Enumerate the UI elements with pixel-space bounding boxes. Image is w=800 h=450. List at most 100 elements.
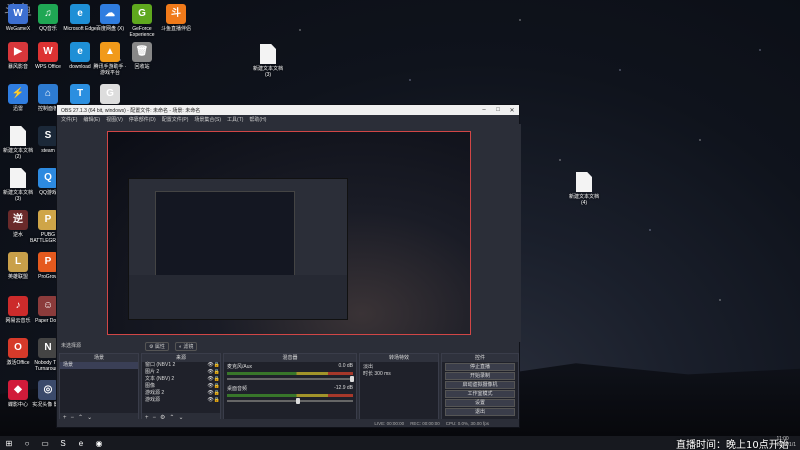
app-icon: W bbox=[38, 42, 58, 62]
volume-slider[interactable] bbox=[227, 376, 355, 382]
preview-canvas[interactable] bbox=[107, 131, 471, 335]
app-icon: T bbox=[70, 84, 90, 104]
source-item[interactable]: 游戏源 2 👁 🔒 bbox=[142, 390, 220, 397]
windows-start-icon[interactable]: ⊞ bbox=[0, 436, 18, 450]
icon-label: 百度网盘 (X) bbox=[95, 26, 125, 32]
menu-docks[interactable]: 停靠部件(D) bbox=[129, 116, 156, 123]
transition-duration: 时长 300 ms bbox=[360, 371, 438, 378]
obs-window[interactable]: OBS 27.1.3 (64 bit, windows) - 配置文件: 未命名… bbox=[56, 104, 521, 428]
desktop-icon[interactable]: W WPS Office bbox=[30, 42, 66, 70]
volume-slider[interactable] bbox=[227, 398, 353, 404]
app-icon: ◎ bbox=[38, 380, 58, 400]
properties-button[interactable]: ⚙ 属性 bbox=[145, 342, 169, 351]
nested-preview bbox=[155, 191, 295, 279]
obs-icon[interactable]: ◉ bbox=[90, 436, 108, 450]
menu-help[interactable]: 帮助(H) bbox=[249, 116, 266, 123]
steam-icon[interactable]: S bbox=[54, 436, 72, 450]
control-button[interactable]: 设置 bbox=[445, 399, 515, 407]
lock-icon[interactable]: 🔒 bbox=[214, 397, 220, 404]
icon-label: 斗鱼直播伴侣 bbox=[160, 26, 191, 32]
control-button[interactable]: 工作室模式 bbox=[445, 390, 515, 398]
source-item[interactable]: 图片 2 👁 🔒 bbox=[142, 369, 220, 376]
volume-meter bbox=[227, 394, 353, 397]
desktop-icon[interactable]: ☁ 百度网盘 (X) bbox=[92, 4, 128, 32]
minimize-icon[interactable]: – bbox=[477, 107, 491, 113]
app-icon: ▶ bbox=[8, 42, 28, 62]
app-icon: L bbox=[8, 252, 28, 272]
obs-title: OBS 27.1.3 (64 bit, windows) - 配置文件: 未命名… bbox=[61, 107, 201, 114]
statusbar: LIVE: 00:00:00 REC: 00:00:00 CPU: 0.0%, … bbox=[57, 419, 519, 427]
desktop-file-icon[interactable]: 新建文本文档 (4) bbox=[566, 172, 602, 206]
app-icon: O bbox=[8, 338, 28, 358]
source-item[interactable]: 文本 (NBV) 2 👁 🔒 bbox=[142, 376, 220, 383]
controls-list: 停止直播 开始录制 启动虚拟摄像机 工作室模式 设置 退出 bbox=[442, 363, 518, 416]
menu-view[interactable]: 视图(V) bbox=[106, 116, 123, 123]
channel-db: 0.0 dB bbox=[338, 363, 353, 369]
desktop-icon[interactable]: ▲ 腾讯手游助手 ·游戏平台 bbox=[92, 42, 128, 76]
sources-list: 窗口 (NBV1 2 👁 🔒 图片 2 👁 🔒 文本 (NBV) 2 👁 🔒 图像 👁 🔒 游戏源 2 👁… bbox=[142, 362, 220, 404]
source-label: 窗口 (NBV1 2 bbox=[145, 362, 176, 368]
app-icon: ▲ bbox=[100, 42, 120, 62]
control-button[interactable]: 退出 bbox=[445, 408, 515, 416]
desktop-icon[interactable]: ♫ QQ音乐 bbox=[30, 4, 66, 32]
app-icon: W bbox=[8, 4, 28, 24]
icon-label: QQ音乐 bbox=[39, 26, 57, 32]
scenes-dock: 场景 场景 + − ⌃ ⌄ bbox=[59, 353, 139, 423]
control-button[interactable]: 启动虚拟摄像机 bbox=[445, 381, 515, 389]
lock-icon[interactable]: 🔒 bbox=[214, 362, 220, 369]
menu-edit[interactable]: 编辑(E) bbox=[83, 116, 100, 123]
sources-header: 来源 bbox=[142, 354, 220, 362]
cpu-status: CPU: 0.0%, 30.00 fps bbox=[445, 420, 489, 426]
preview-area bbox=[57, 124, 521, 342]
lock-icon[interactable]: 🔒 bbox=[214, 369, 220, 376]
filters-label: 滤镜 bbox=[183, 344, 194, 350]
source-item[interactable]: 窗口 (NBV1 2 👁 🔒 bbox=[142, 362, 220, 369]
lock-icon[interactable]: 🔒 bbox=[214, 390, 220, 397]
source-item[interactable]: 游戏源 👁 🔒 bbox=[142, 397, 220, 404]
channel-name: 麦克风/Aux bbox=[227, 364, 253, 370]
mixer-channel: 麦克风/Aux 0.0 dB bbox=[224, 362, 356, 384]
no-source-label: 未选择源 bbox=[61, 343, 82, 349]
duration-value[interactable]: 300 ms bbox=[374, 371, 390, 378]
mixer-dock: 混音器 麦克风/Aux 0.0 dB 桌面音频 -12.9 dB bbox=[223, 353, 357, 423]
obs-docks: 场景 场景 + − ⌃ ⌄ 来源 窗口 (NBV1 2 👁 🔒 图片 2 👁 🔒 文本 (N… bbox=[59, 353, 519, 423]
controls-dock: 控件 停止直播 开始录制 启动虚拟摄像机 工作室模式 设置 退出 bbox=[441, 353, 519, 423]
app-icon: G bbox=[132, 4, 152, 24]
lock-icon[interactable]: 🔒 bbox=[214, 383, 220, 390]
app-icon: e bbox=[70, 4, 90, 24]
filters-button[interactable]: ◐ 滤镜 bbox=[175, 342, 198, 351]
text-file-icon bbox=[10, 168, 26, 188]
lock-icon[interactable]: 🔒 bbox=[214, 376, 220, 383]
text-file-icon bbox=[576, 172, 592, 192]
source-label: 游戏源 2 bbox=[145, 390, 165, 396]
desktop-file-icon[interactable]: 新建文本文档 (3) bbox=[250, 44, 286, 78]
text-file-icon bbox=[260, 44, 276, 64]
close-icon[interactable]: ✕ bbox=[505, 107, 519, 114]
properties-label: 属性 bbox=[154, 344, 165, 350]
slider-knob[interactable] bbox=[296, 398, 301, 404]
transition-type: 淡出 bbox=[363, 364, 374, 370]
slider-knob[interactable] bbox=[350, 376, 355, 382]
app-icon: 逆 bbox=[8, 210, 28, 230]
transition-select[interactable]: 淡出 bbox=[360, 364, 438, 371]
menu-scene-collection[interactable]: 场景集合(S) bbox=[194, 116, 221, 123]
icon-label: 腾讯手游助手 ·游戏平台 bbox=[93, 64, 127, 76]
control-button[interactable]: 停止直播 bbox=[445, 363, 515, 371]
menu-tools[interactable]: 工具(T) bbox=[227, 116, 243, 123]
clock-date: 2022/1/1 bbox=[776, 442, 796, 448]
edge-icon[interactable]: e bbox=[72, 436, 90, 450]
maximize-icon[interactable]: □ bbox=[491, 107, 505, 113]
scene-item[interactable]: 场景 bbox=[60, 362, 138, 369]
menu-file[interactable]: 文件(F) bbox=[61, 116, 77, 123]
desktop-icon[interactable]: 斗斗鱼直播伴侣 bbox=[158, 4, 194, 32]
desktop-icon[interactable]: G GeForce Experience bbox=[124, 4, 160, 38]
app-icon: 🗑 bbox=[132, 42, 152, 62]
search-icon[interactable]: ○ bbox=[18, 436, 36, 450]
icon-label: 回收站 bbox=[134, 64, 150, 70]
menu-profile[interactable]: 配置文件(P) bbox=[162, 116, 189, 123]
desktop-icon[interactable]: 🗑 回收站 bbox=[124, 42, 160, 70]
obs-menubar: 文件(F) 编辑(E) 视图(V) 停靠部件(D) 配置文件(P) 场景集合(S… bbox=[57, 115, 519, 124]
source-item[interactable]: 图像 👁 🔒 bbox=[142, 383, 220, 390]
task-view-icon[interactable]: ▭ bbox=[36, 436, 54, 450]
control-button[interactable]: 开始录制 bbox=[445, 372, 515, 380]
